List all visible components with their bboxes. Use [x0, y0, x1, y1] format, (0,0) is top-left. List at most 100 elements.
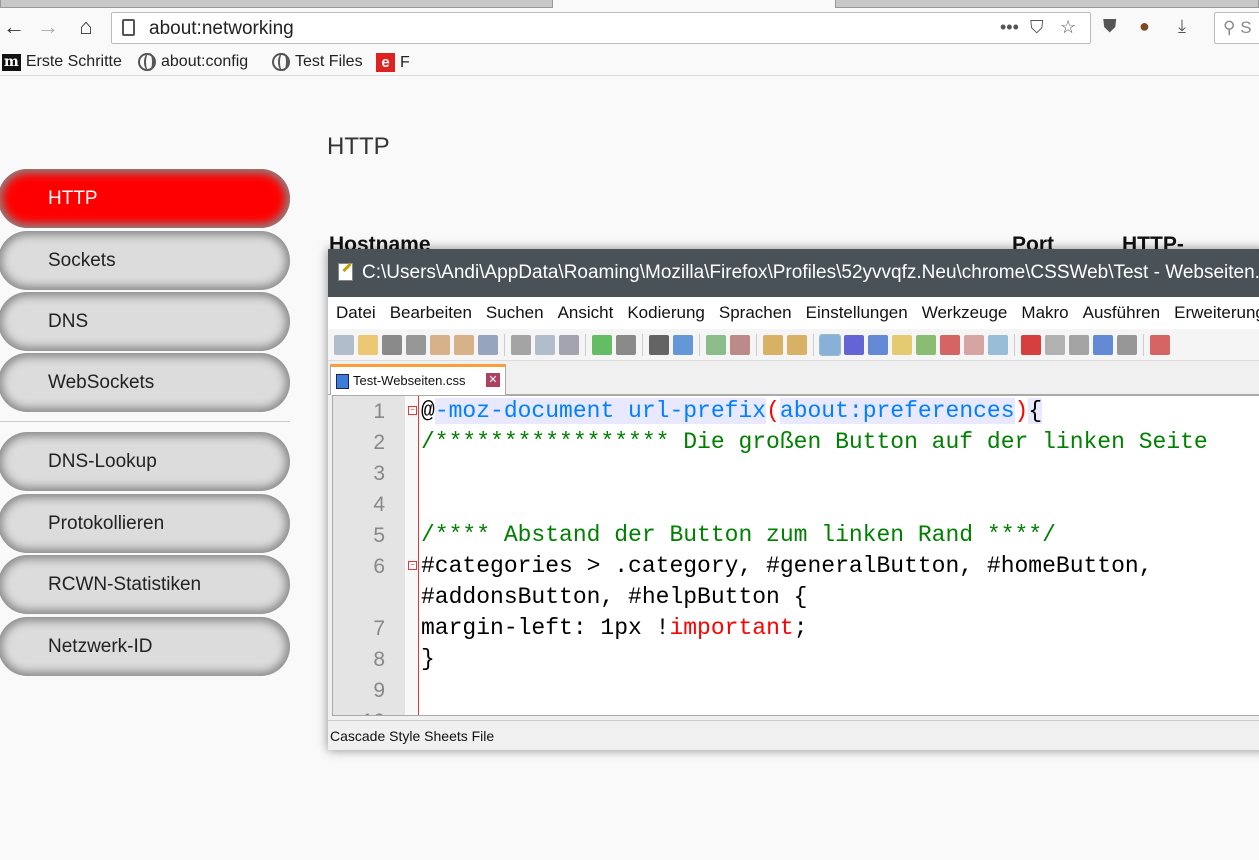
code-line[interactable]: 1 − @-moz-document url-prefix(about:prefer…	[333, 396, 1259, 427]
browser-tab[interactable]	[0, 0, 553, 8]
home-icon[interactable]: ⌂	[72, 14, 100, 40]
replace-icon[interactable]	[673, 334, 693, 355]
code-line[interactable]: 6 − #categories > .category, #generalButto…	[333, 551, 1259, 582]
show-all-chars-icon[interactable]	[844, 334, 864, 355]
copy-icon[interactable]	[535, 334, 555, 355]
ublock-icon[interactable]: ⛊	[1103, 16, 1117, 37]
bookmark-star-icon[interactable]: ☆	[1060, 17, 1076, 38]
line-number: 7	[373, 617, 385, 640]
function-list-icon[interactable]	[940, 334, 960, 355]
file-tab[interactable]: Test-Webseiten.css ✕	[330, 364, 506, 395]
menu-kodierung[interactable]: Kodierung	[627, 303, 705, 322]
code-line[interactable]: 9	[333, 675, 1259, 706]
close-icon[interactable]	[430, 334, 450, 355]
save-icon[interactable]	[382, 334, 402, 355]
line-number: 5	[373, 524, 385, 547]
code-line[interactable]: #addonsButton, #helpButton {	[333, 582, 1259, 613]
code-line[interactable]: 7 margin-left: 1px !important;	[333, 613, 1259, 644]
url-bar[interactable]: about:networking ••• ⛉ ☆	[111, 12, 1091, 44]
document-map-icon[interactable]	[916, 334, 936, 355]
line-number: 3	[373, 462, 385, 485]
print-icon[interactable]	[478, 334, 498, 355]
udl-icon[interactable]	[892, 334, 912, 355]
page-actions-icon[interactable]: •••	[1000, 17, 1019, 38]
redo-icon[interactable]	[616, 334, 636, 355]
sync-vertical-icon[interactable]	[763, 334, 783, 355]
folder-as-workspace-icon[interactable]	[964, 334, 984, 355]
save-macro-icon[interactable]	[1117, 334, 1137, 355]
menu-ansicht[interactable]: Ansicht	[558, 303, 614, 322]
search-icon: ⚲	[1223, 18, 1236, 37]
category-dns-lookup[interactable]: DNS-Lookup	[0, 432, 290, 491]
record-macro-icon[interactable]	[1021, 334, 1041, 355]
stop-record-icon[interactable]	[1045, 334, 1065, 355]
toolbar-separator	[699, 333, 700, 356]
bookmark-erste-schritte[interactable]: m Erste Schritte	[2, 53, 122, 71]
code-token: #categories > .category, #generalButton,…	[421, 553, 1153, 579]
open-file-icon[interactable]	[358, 334, 378, 355]
code-token: about:preferences	[779, 398, 1015, 424]
close-all-icon[interactable]	[454, 334, 474, 355]
code-line[interactable]: 3	[333, 458, 1259, 489]
undo-icon[interactable]	[592, 334, 612, 355]
divider	[0, 421, 290, 422]
browser-tab[interactable]	[835, 0, 1259, 8]
code-line[interactable]: 5 /**** Abstand der Button zum linken Ran…	[333, 520, 1259, 551]
category-websockets[interactable]: WebSockets	[0, 353, 290, 412]
menu-bearbeiten[interactable]: Bearbeiten	[390, 303, 472, 322]
word-wrap-icon[interactable]	[819, 333, 841, 356]
category-rcwn-stats[interactable]: RCWN-Statistiken	[0, 555, 290, 614]
sync-horizontal-icon[interactable]	[787, 334, 807, 355]
menu-datei[interactable]: Datei	[336, 303, 376, 322]
code-line[interactable]: 10	[333, 706, 1259, 715]
close-tab-icon[interactable]: ✕	[486, 373, 500, 387]
play-macro-icon[interactable]	[1069, 334, 1089, 355]
bookmark-about-config[interactable]: about:config	[138, 53, 248, 71]
cookie-icon[interactable]: ●	[1139, 16, 1150, 37]
category-network-id[interactable]: Netzwerk-ID	[0, 617, 290, 676]
fold-toggle-icon[interactable]: −	[408, 406, 417, 415]
save-all-icon[interactable]	[406, 334, 426, 355]
cut-icon[interactable]	[511, 334, 531, 355]
fold-toggle-icon[interactable]: −	[408, 561, 417, 570]
monitoring-icon[interactable]	[988, 334, 1008, 355]
code-editor[interactable]: 1− @-moz-document url-prefix(about:prefer…	[332, 395, 1259, 716]
menu-ausführen[interactable]: Ausführen	[1083, 303, 1161, 322]
code-token: ;	[793, 615, 808, 641]
code-line[interactable]: 2 /***************** Die großen Button au…	[333, 427, 1259, 458]
search-input[interactable]: ⚲ S	[1214, 12, 1259, 44]
notepad-icon	[338, 263, 353, 281]
category-logging[interactable]: Protokollieren	[0, 494, 290, 553]
menu-erweiterungen[interactable]: Erweiterungen	[1174, 303, 1259, 322]
zoom-in-icon[interactable]	[706, 334, 726, 355]
menu-einstellungen[interactable]: Einstellungen	[806, 303, 908, 322]
zoom-out-icon[interactable]	[730, 334, 750, 355]
new-file-icon[interactable]	[334, 334, 354, 355]
menu-werkzeuge[interactable]: Werkzeuge	[922, 303, 1008, 322]
code-line[interactable]: 8}	[333, 644, 1259, 675]
bookmark-f[interactable]: eF	[376, 53, 410, 72]
category-sockets[interactable]: Sockets	[0, 231, 290, 290]
back-icon[interactable]: ←	[0, 14, 28, 40]
find-icon[interactable]	[649, 334, 669, 355]
globe-icon	[138, 53, 156, 71]
menu-suchen[interactable]: Suchen	[486, 303, 544, 322]
pocket-icon[interactable]: ⛉	[1030, 17, 1044, 38]
code-line[interactable]: 4	[333, 489, 1259, 520]
url-text[interactable]: about:networking	[149, 18, 294, 40]
spell-check-icon[interactable]	[1150, 334, 1170, 355]
download-icon[interactable]: ⤓	[1178, 16, 1186, 37]
file-tabs: Test-Webseiten.css ✕	[328, 361, 1259, 395]
file-tab-label: Test-Webseiten.css	[353, 373, 466, 388]
indent-guide-icon[interactable]	[868, 334, 888, 355]
menu-makro[interactable]: Makro	[1021, 303, 1068, 322]
category-http[interactable]: HTTP	[0, 169, 290, 228]
bookmark-test-files[interactable]: Test Files	[272, 53, 363, 71]
category-dns[interactable]: DNS	[0, 292, 290, 351]
window-title-bar[interactable]: C:\Users\Andi\AppData\Roaming\Mozilla\Fi…	[328, 249, 1259, 297]
paste-icon[interactable]	[559, 334, 579, 355]
menu-sprachen[interactable]: Sprachen	[719, 303, 792, 322]
run-macro-multiple-icon[interactable]	[1093, 334, 1113, 355]
page-icon	[122, 19, 135, 36]
forward-icon[interactable]: →	[34, 14, 62, 40]
